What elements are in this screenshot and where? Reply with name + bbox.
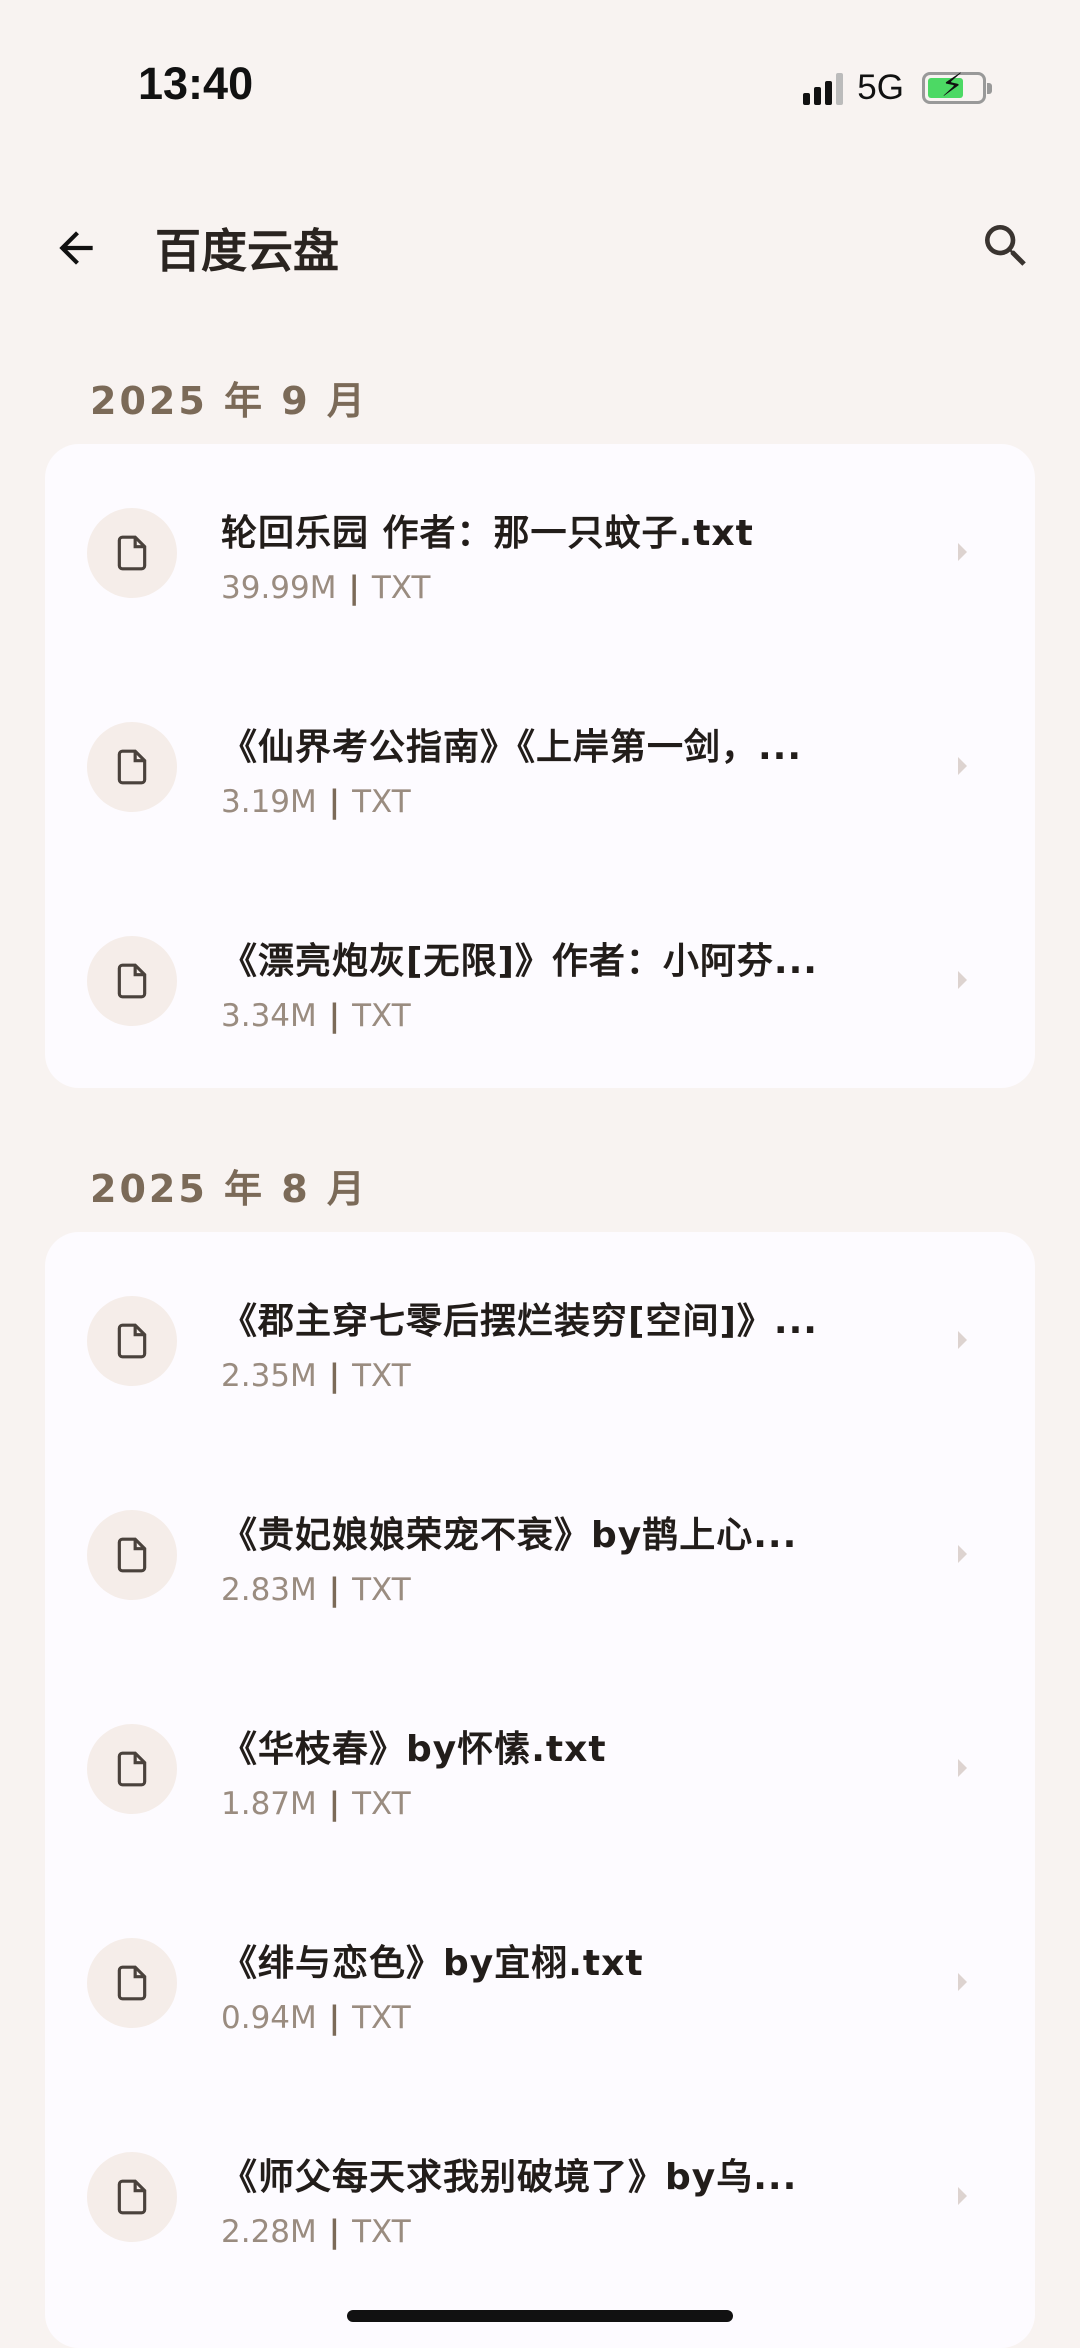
- file-meta: 3.34M | TXT: [221, 998, 411, 1034]
- file-meta: 39.99M | TXT: [221, 570, 431, 606]
- file-type: TXT: [352, 784, 411, 820]
- section-header-2025-09: 2025 年 9 月: [90, 379, 368, 423]
- page-title: 百度云盘: [155, 224, 339, 278]
- file-type: TXT: [352, 998, 411, 1034]
- status-bar: 13:40 5G ⚡: [0, 0, 1080, 176]
- file-size: 0.94M: [221, 2000, 317, 2036]
- chevron-right-icon: [953, 1753, 973, 1783]
- file-row[interactable]: 《师父每天求我别破境了》by乌... 2.28M | TXT: [45, 2088, 1035, 2302]
- file-size: 2.83M: [221, 1572, 317, 1608]
- file-meta: 2.83M | TXT: [221, 1572, 411, 1608]
- file-meta: 2.28M | TXT: [221, 2214, 411, 2250]
- file-size: 3.19M: [221, 784, 317, 820]
- file-type: TXT: [371, 570, 431, 606]
- search-button[interactable]: [976, 216, 1036, 276]
- file-icon: [87, 722, 177, 812]
- network-label: 5G: [857, 68, 904, 107]
- file-size: 39.99M: [221, 570, 337, 606]
- file-meta: 0.94M | TXT: [221, 2000, 411, 2036]
- file-type: TXT: [352, 1358, 411, 1394]
- chevron-right-icon: [953, 2181, 973, 2211]
- file-card: 《郡主穿七零后摆烂装穷[空间]》... 2.35M | TXT 《贵妃娘娘荣宠不衰》…: [45, 1232, 1035, 2348]
- file-row[interactable]: 《华枝春》by怀愫.txt 1.87M | TXT: [45, 1660, 1035, 1874]
- file-row[interactable]: 《贵妃娘娘荣宠不衰》by鹊上心... 2.83M | TXT: [45, 1446, 1035, 1660]
- file-row[interactable]: 《郡主穿七零后摆烂装穷[空间]》... 2.35M | TXT: [45, 1232, 1035, 1446]
- file-icon: [87, 936, 177, 1026]
- app-bar: 百度云盘: [0, 200, 1080, 290]
- file-icon: [87, 1938, 177, 2028]
- file-size: 2.28M: [221, 2214, 317, 2250]
- file-size: 2.35M: [221, 1358, 317, 1394]
- file-meta: 3.19M | TXT: [221, 784, 411, 820]
- file-name: 《贵妃娘娘荣宠不衰》by鹊上心...: [221, 1515, 798, 1556]
- file-name: 《漂亮炮灰[无限]》作者：小阿芬...: [221, 941, 818, 982]
- file-size: 3.34M: [221, 998, 317, 1034]
- chevron-right-icon: [953, 1539, 973, 1569]
- file-row[interactable]: 《仙界考公指南》《上岸第一剑，... 3.19M | TXT: [45, 658, 1035, 872]
- file-icon: [87, 1724, 177, 1814]
- file-icon: [87, 2152, 177, 2242]
- file-meta: 2.35M | TXT: [221, 1358, 411, 1394]
- file-name: 《华枝春》by怀愫.txt: [221, 1729, 607, 1770]
- chevron-right-icon: [953, 537, 973, 567]
- file-name: 轮回乐园 作者：那一只蚊子.txt: [221, 513, 754, 554]
- chevron-right-icon: [953, 1325, 973, 1355]
- file-meta: 1.87M | TXT: [221, 1786, 411, 1822]
- arrow-left-icon: [59, 231, 93, 265]
- file-name: 《绯与恋色》by宜栩.txt: [221, 1943, 644, 1984]
- file-type: TXT: [352, 1572, 411, 1608]
- status-indicators: 5G ⚡: [803, 64, 992, 112]
- chevron-right-icon: [953, 751, 973, 781]
- home-indicator[interactable]: [347, 2310, 733, 2322]
- back-button[interactable]: [46, 218, 106, 278]
- file-icon: [87, 1510, 177, 1600]
- file-type: TXT: [352, 2214, 411, 2250]
- file-type: TXT: [352, 1786, 411, 1822]
- status-time: 13:40: [138, 58, 254, 109]
- search-icon: [985, 225, 1026, 266]
- chevron-right-icon: [953, 965, 973, 995]
- signal-icon: [803, 71, 844, 105]
- battery-icon: ⚡: [922, 69, 992, 104]
- file-row[interactable]: 《绯与恋色》by宜栩.txt 0.94M | TXT: [45, 1874, 1035, 2088]
- file-card: 轮回乐园 作者：那一只蚊子.txt 39.99M | TXT 《仙界考公指南》《上岸…: [45, 444, 1035, 1088]
- file-name: 《仙界考公指南》《上岸第一剑，...: [221, 727, 803, 768]
- file-row[interactable]: 轮回乐园 作者：那一只蚊子.txt 39.99M | TXT: [45, 444, 1035, 658]
- file-name: 《师父每天求我别破境了》by乌...: [221, 2157, 798, 2198]
- file-row[interactable]: 《漂亮炮灰[无限]》作者：小阿芬... 3.34M | TXT: [45, 872, 1035, 1086]
- section-header-2025-08: 2025 年 8 月: [90, 1167, 368, 1211]
- file-type: TXT: [352, 2000, 411, 2036]
- file-icon: [87, 1296, 177, 1386]
- file-name: 《郡主穿七零后摆烂装穷[空间]》...: [221, 1301, 818, 1342]
- chevron-right-icon: [953, 1967, 973, 1997]
- file-size: 1.87M: [221, 1786, 317, 1822]
- file-icon: [87, 508, 177, 598]
